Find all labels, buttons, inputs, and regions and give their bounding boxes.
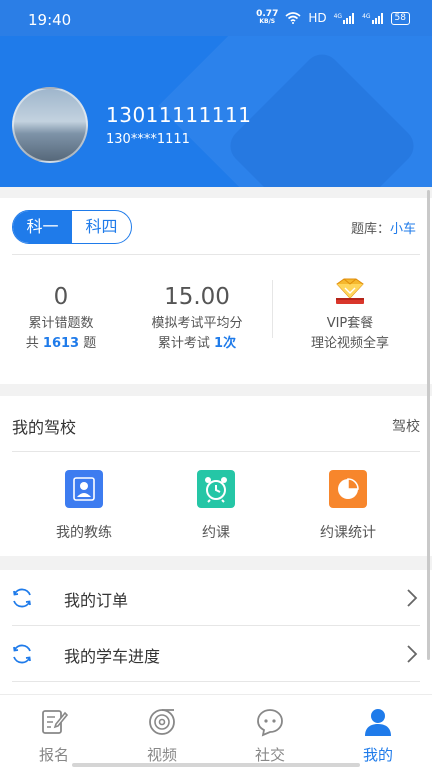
driving-school-link[interactable]: 驾校	[392, 416, 420, 436]
wifi-icon	[285, 12, 301, 24]
lesson-stats-label: 约课统计	[320, 525, 376, 541]
list-item-progress[interactable]: 我的学车进度	[0, 626, 432, 682]
exam-count: 累计考试 1次	[157, 336, 237, 351]
chevron-right-icon	[407, 645, 418, 663]
question-bank-label: 题库：	[350, 222, 390, 237]
total-questions: 共 1613 题	[25, 336, 97, 351]
question-bank-value[interactable]: 小车	[390, 222, 416, 237]
list-item-orders[interactable]: 我的订单	[0, 570, 432, 626]
menu-list: 我的订单 我的学车进度	[0, 570, 432, 694]
divider	[12, 254, 420, 255]
signal-icon-2: 4G	[362, 12, 383, 24]
tab-mine-label: 我的	[362, 746, 393, 764]
profile-header: 13011111111 130****1111	[0, 36, 432, 187]
scrollbar[interactable]	[427, 190, 430, 660]
coach-icon	[65, 470, 103, 508]
tab-video-label: 视频	[146, 746, 177, 764]
vip-title: VIP套餐	[326, 316, 374, 331]
book-lesson-button[interactable]: 约课	[156, 470, 276, 542]
divider-vertical	[272, 280, 273, 338]
status-bar: 19:40 0.77 KB/S HD 4G 4G 58	[0, 0, 432, 36]
user-phone-masked: 130****1111	[106, 132, 190, 147]
avg-score: 15.00	[164, 284, 230, 310]
divider	[12, 681, 420, 682]
avg-label: 模拟考试平均分	[151, 316, 243, 331]
user-phone: 13011111111	[106, 103, 252, 127]
tab-mine[interactable]: 我的	[324, 695, 432, 768]
status-time: 19:40	[28, 11, 72, 29]
orders-label: 我的订单	[64, 591, 129, 610]
avatar[interactable]	[12, 87, 88, 163]
tab-signup[interactable]: 报名	[0, 695, 108, 768]
gesture-bar[interactable]	[72, 763, 360, 767]
study-stats-card: 科一 科四 题库：小车 0 累计错题数 共 1613 题 15.00 模拟考试平…	[0, 198, 432, 384]
battery-icon: 58	[390, 11, 410, 25]
tab-social[interactable]: 社交	[216, 695, 324, 768]
chevron-right-icon	[407, 589, 418, 607]
bottom-tab-bar: 报名 视频 社交 我的	[0, 694, 432, 768]
wrong-count: 0	[53, 284, 69, 310]
vip-subtitle: 理论视频全享	[310, 336, 389, 351]
book-lesson-label: 约课	[202, 525, 230, 541]
video-icon	[149, 709, 175, 735]
edit-icon	[42, 710, 69, 734]
subject-switch[interactable]: 科一 科四	[12, 210, 132, 244]
tab-subject-1[interactable]: 科一	[13, 211, 72, 243]
net-speed: 0.77 KB/S	[256, 9, 279, 26]
lesson-stats-button[interactable]: 约课统计	[288, 470, 408, 542]
signal-icon: 4G	[334, 12, 355, 24]
tab-signup-label: 报名	[38, 746, 69, 764]
my-coach-button[interactable]: 我的教练	[24, 470, 144, 542]
status-icons: 0.77 KB/S HD 4G 4G 58	[256, 10, 410, 26]
my-coach-label: 我的教练	[56, 525, 112, 541]
vip-package[interactable]: VIP套餐 理论视频全享	[280, 276, 420, 354]
divider	[12, 451, 420, 452]
vip-crown-icon	[332, 276, 368, 306]
wrong-label: 累计错题数	[28, 316, 94, 331]
alarm-clock-icon	[197, 470, 235, 508]
driving-school-card: 我的驾校 驾校 我的教练 约课 约课统计	[0, 396, 432, 556]
user-icon	[365, 709, 391, 736]
tab-video[interactable]: 视频	[108, 695, 216, 768]
refresh-icon	[13, 644, 31, 664]
section-title: 我的驾校	[12, 418, 77, 437]
pie-chart-icon	[329, 470, 367, 508]
tab-subject-4[interactable]: 科四	[72, 211, 131, 243]
exam-average-stat[interactable]: 15.00 模拟考试平均分 累计考试 1次	[132, 282, 262, 354]
wrong-questions-stat[interactable]: 0 累计错题数 共 1613 题	[0, 282, 126, 354]
hd-indicator: HD	[308, 11, 327, 25]
chat-icon	[257, 709, 283, 737]
refresh-icon	[13, 588, 31, 608]
progress-label: 我的学车进度	[64, 647, 161, 666]
question-bank[interactable]: 题库：小车	[351, 218, 416, 237]
tab-social-label: 社交	[254, 746, 285, 764]
